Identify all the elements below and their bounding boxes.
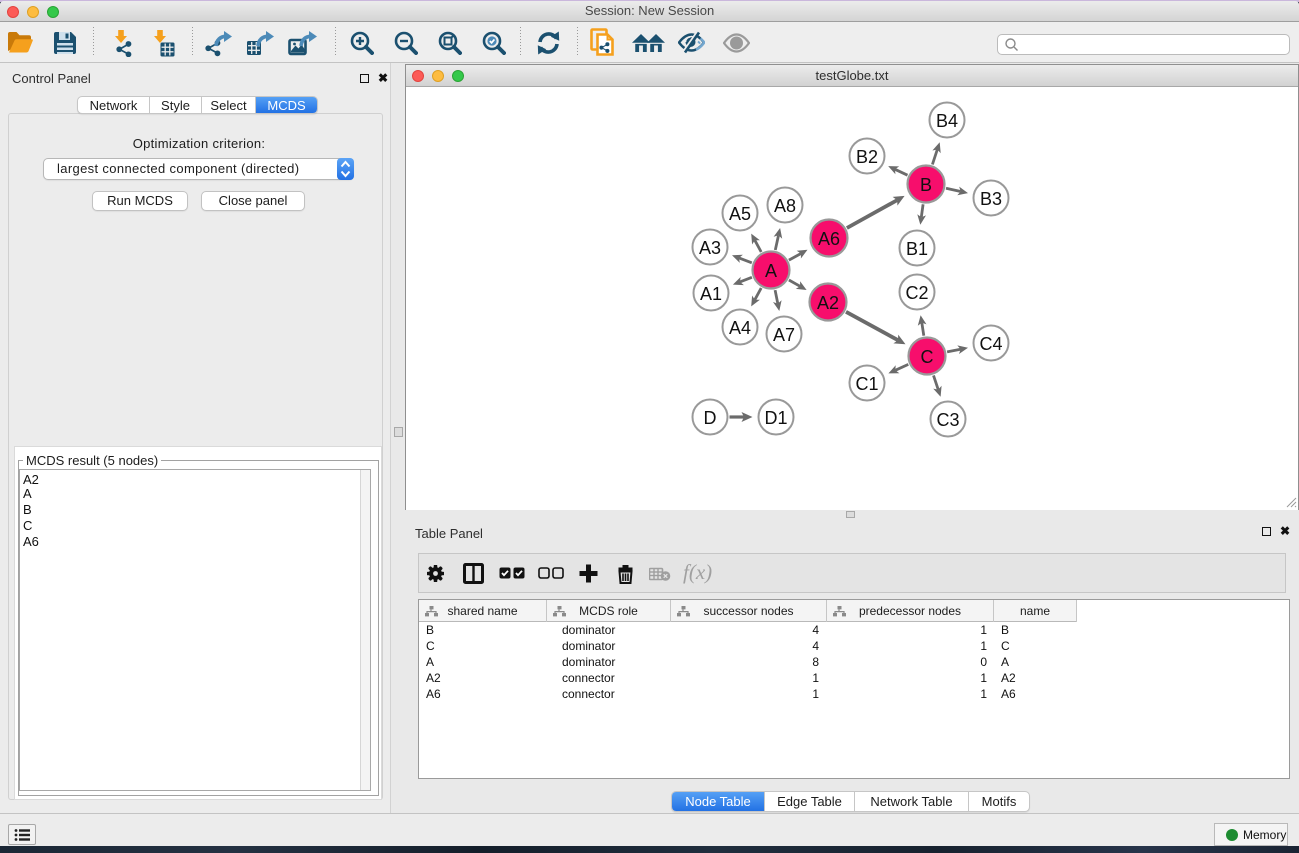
svg-text:C1: C1 — [855, 374, 878, 394]
svg-text:A6: A6 — [818, 229, 840, 249]
svg-text:D1: D1 — [764, 408, 787, 428]
svg-text:B: B — [920, 175, 932, 195]
svg-text:A2: A2 — [817, 293, 839, 313]
svg-text:A8: A8 — [774, 196, 796, 216]
svg-text:C: C — [921, 347, 934, 367]
svg-text:A1: A1 — [700, 284, 722, 304]
svg-text:C2: C2 — [905, 283, 928, 303]
svg-text:A7: A7 — [773, 325, 795, 345]
svg-text:A4: A4 — [729, 318, 751, 338]
svg-text:A3: A3 — [699, 238, 721, 258]
svg-text:C4: C4 — [979, 334, 1002, 354]
svg-text:C3: C3 — [936, 410, 959, 430]
svg-text:B4: B4 — [936, 111, 958, 131]
svg-text:A5: A5 — [729, 204, 751, 224]
svg-text:B1: B1 — [906, 239, 928, 259]
svg-text:A: A — [765, 261, 777, 281]
svg-text:B3: B3 — [980, 189, 1002, 209]
svg-text:B2: B2 — [856, 147, 878, 167]
svg-text:D: D — [704, 408, 717, 428]
